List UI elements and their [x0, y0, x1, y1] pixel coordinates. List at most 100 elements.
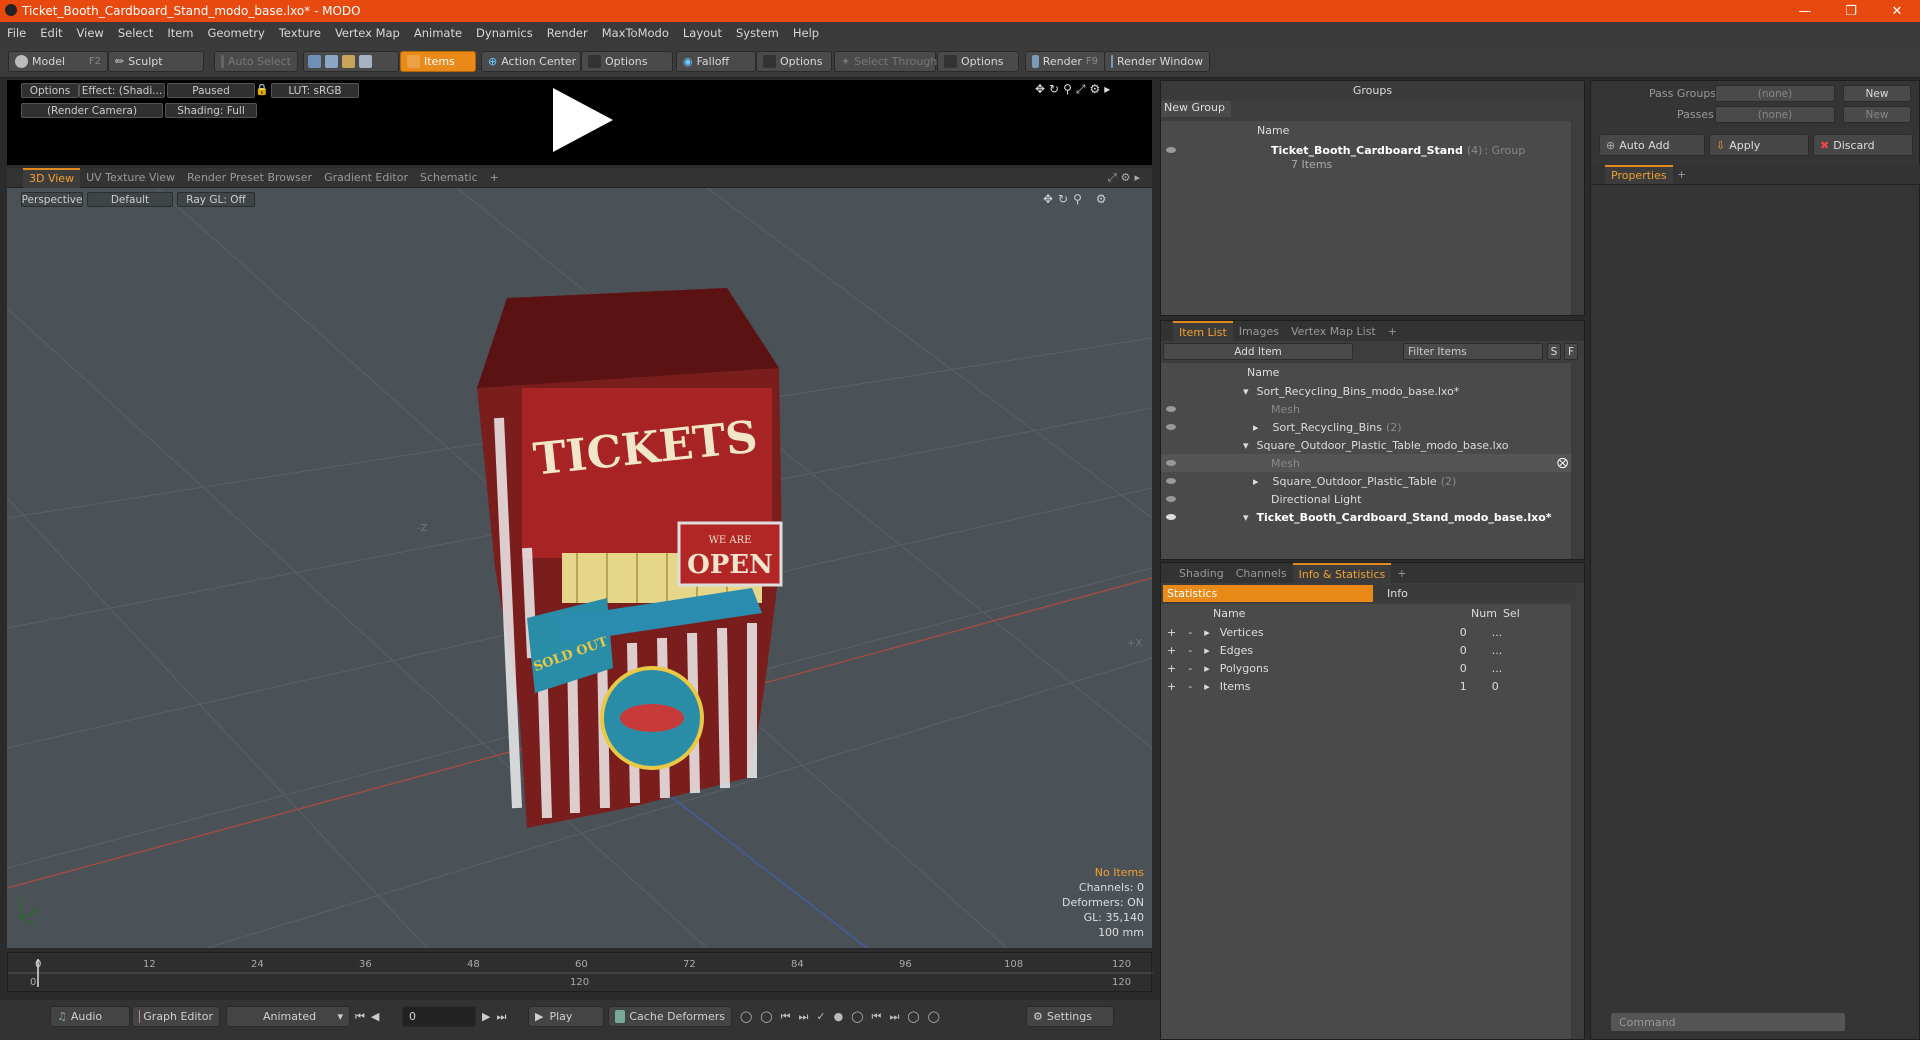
menu-geometry[interactable]: Geometry: [201, 26, 272, 40]
menu-item[interactable]: Item: [160, 26, 200, 40]
menu-select[interactable]: Select: [111, 26, 160, 40]
list-item[interactable]: ▸ Sort_Recycling_Bins (2): [1161, 418, 1571, 436]
preview-options-button[interactable]: Options: [21, 83, 79, 98]
minimize-icon[interactable]: —: [1782, 0, 1828, 22]
preview-effect-dropdown[interactable]: Effect: (Shadi...: [79, 83, 165, 98]
passes-dropdown[interactable]: (none): [1715, 106, 1835, 123]
new-pass-group-button[interactable]: New: [1843, 85, 1911, 102]
materials-mode-icon[interactable]: [359, 55, 372, 68]
play-button[interactable]: ▶ Play: [528, 1006, 604, 1027]
command-input[interactable]: Command: [1611, 1013, 1845, 1031]
list-item[interactable]: Mesh ⨂: [1161, 454, 1571, 472]
pass-groups-dropdown[interactable]: (none): [1715, 85, 1835, 102]
render-window-button[interactable]: Render Window: [1104, 51, 1210, 72]
viewport-nav-icons[interactable]: ✥↻⚲ ⚙: [1043, 192, 1111, 206]
perspective-dropdown[interactable]: Perspective: [21, 192, 83, 207]
list-item[interactable]: ▾ Square_Outdoor_Plastic_Table_modo_base.…: [1161, 436, 1571, 454]
add-tab-button[interactable]: +: [484, 168, 505, 188]
edges-mode-icon[interactable]: [325, 55, 338, 68]
falloff-options[interactable]: Options: [756, 51, 832, 72]
visibility-eye-icon[interactable]: [1166, 424, 1176, 430]
falloff-button[interactable]: ◉ Falloff: [676, 51, 756, 72]
menu-dynamics[interactable]: Dynamics: [469, 26, 540, 40]
visibility-eye-icon[interactable]: [1166, 496, 1176, 502]
polygons-mode-icon[interactable]: [342, 55, 355, 68]
discard-button[interactable]: ✖ Discard: [1813, 134, 1913, 156]
animated-dropdown[interactable]: Animated ▾: [226, 1006, 350, 1027]
menu-help[interactable]: Help: [786, 26, 826, 40]
items-mode-button[interactable]: Items: [400, 51, 476, 72]
tab-vertex-map-list[interactable]: Vertex Map List: [1285, 321, 1382, 341]
list-item[interactable]: ▾ Sort_Recycling_Bins_modo_base.lxo*: [1161, 382, 1571, 400]
tab-item-list[interactable]: Item List: [1173, 321, 1233, 341]
apply-button[interactable]: ⇩ Apply: [1709, 134, 1809, 156]
menu-file[interactable]: File: [0, 26, 33, 40]
close-icon[interactable]: ⨂: [1557, 456, 1568, 469]
preview-camera-dropdown[interactable]: (Render Camera): [21, 103, 163, 118]
play-icon[interactable]: [547, 86, 617, 156]
tab-channels[interactable]: Channels: [1230, 563, 1293, 583]
list-item[interactable]: ▾ Ticket_Booth_Cardboard_Stand_modo_base.…: [1161, 508, 1571, 526]
list-item[interactable]: Mesh: [1161, 400, 1571, 418]
new-pass-button[interactable]: New: [1843, 106, 1911, 123]
stats-row-polygons[interactable]: + - ▸ Polygons 0...: [1161, 659, 1571, 677]
transport-forward-icons[interactable]: ▶⏭: [482, 1010, 512, 1024]
preview-paused-button[interactable]: Paused: [167, 83, 255, 98]
list-item[interactable]: ▸ Square_Outdoor_Plastic_Table (2): [1161, 472, 1571, 490]
shading-default-dropdown[interactable]: Default: [87, 192, 173, 207]
preview-nav-icons[interactable]: ✥↻⚲⤢⚙▸: [1035, 82, 1114, 97]
graph-editor-button[interactable]: Graph Editor: [132, 1006, 220, 1027]
timeline[interactable]: 0 12 24 36 48 60 72 84 96 108 120 0 120 …: [7, 952, 1153, 992]
frame-input[interactable]: 0: [402, 1006, 476, 1027]
menu-render[interactable]: Render: [540, 26, 595, 40]
preview-shading-dropdown[interactable]: Shading: Full: [165, 103, 257, 118]
tab-properties[interactable]: Properties: [1605, 165, 1673, 184]
add-tab-button[interactable]: +: [1391, 563, 1412, 583]
menu-layout[interactable]: Layout: [676, 26, 729, 40]
tab-schematic[interactable]: Schematic: [414, 168, 484, 188]
add-tab-button[interactable]: +: [1382, 321, 1403, 341]
tab-images[interactable]: Images: [1233, 321, 1285, 341]
vertices-mode-icon[interactable]: [308, 55, 321, 68]
group-row[interactable]: Ticket_Booth_Cardboard_Stand (4) : Group: [1161, 141, 1571, 159]
visibility-eye-icon[interactable]: [1166, 460, 1176, 466]
new-group-button[interactable]: New Group: [1161, 101, 1231, 117]
visibility-eye-icon[interactable]: [1166, 406, 1176, 412]
audio-button[interactable]: ♫ Audio: [50, 1006, 130, 1027]
visibility-eye-icon[interactable]: [1166, 514, 1176, 520]
menu-texture[interactable]: Texture: [272, 26, 328, 40]
filter-s-button[interactable]: S: [1547, 343, 1561, 360]
stats-row-vertices[interactable]: + - ▸ Vertices 0...: [1161, 623, 1571, 641]
action-center-button[interactable]: ⊕ Action Center: [481, 51, 581, 72]
select-through-options[interactable]: Options: [937, 51, 1019, 72]
tab-gradient-editor[interactable]: Gradient Editor: [318, 168, 414, 188]
model-button[interactable]: Model F2: [8, 51, 108, 72]
transport-back-icons[interactable]: ⏮◀: [355, 1010, 385, 1024]
menu-edit[interactable]: Edit: [33, 26, 69, 40]
select-through-button[interactable]: ✦ Select Through: [834, 51, 937, 72]
viewport-3d[interactable]: TICKETS SOLD OUT WE ARE OPEN Perspective…: [7, 188, 1152, 948]
menu-view[interactable]: View: [70, 26, 111, 40]
tab-info-statistics[interactable]: Info & Statistics: [1292, 563, 1392, 583]
auto-select-button[interactable]: Auto Select: [214, 51, 298, 72]
statistics-subtab[interactable]: Statistics: [1163, 585, 1373, 602]
stats-row-items[interactable]: + - ▸ Items 1 0: [1161, 677, 1571, 695]
render-button[interactable]: Render F9: [1025, 51, 1105, 72]
menu-maxtomodo[interactable]: MaxToModo: [595, 26, 676, 40]
menu-system[interactable]: System: [729, 26, 786, 40]
add-tab-button[interactable]: +: [1677, 168, 1686, 181]
lock-icon[interactable]: 🔒: [255, 83, 269, 96]
expand-gear-icon[interactable]: ⤢⚙▸: [1108, 171, 1144, 185]
tab-shading[interactable]: Shading: [1173, 563, 1230, 583]
tab-render-preset-browser[interactable]: Render Preset Browser: [181, 168, 318, 188]
menu-vertex-map[interactable]: Vertex Map: [328, 26, 407, 40]
close-icon[interactable]: ✕: [1874, 0, 1920, 22]
add-item-dropdown[interactable]: Add Item: [1163, 343, 1353, 360]
preview-lut-dropdown[interactable]: LUT: sRGB: [271, 83, 359, 98]
info-subtab[interactable]: Info: [1375, 585, 1575, 602]
action-center-options[interactable]: Options: [581, 51, 673, 72]
settings-button[interactable]: ⚙ Settings: [1026, 1006, 1114, 1027]
visibility-eye-icon[interactable]: [1166, 478, 1176, 484]
ray-gl-toggle[interactable]: Ray GL: Off: [177, 192, 255, 207]
key-tools-icons[interactable]: ◯◯⏮⏭✓●◯⏮⏭◯◯: [740, 1010, 948, 1024]
